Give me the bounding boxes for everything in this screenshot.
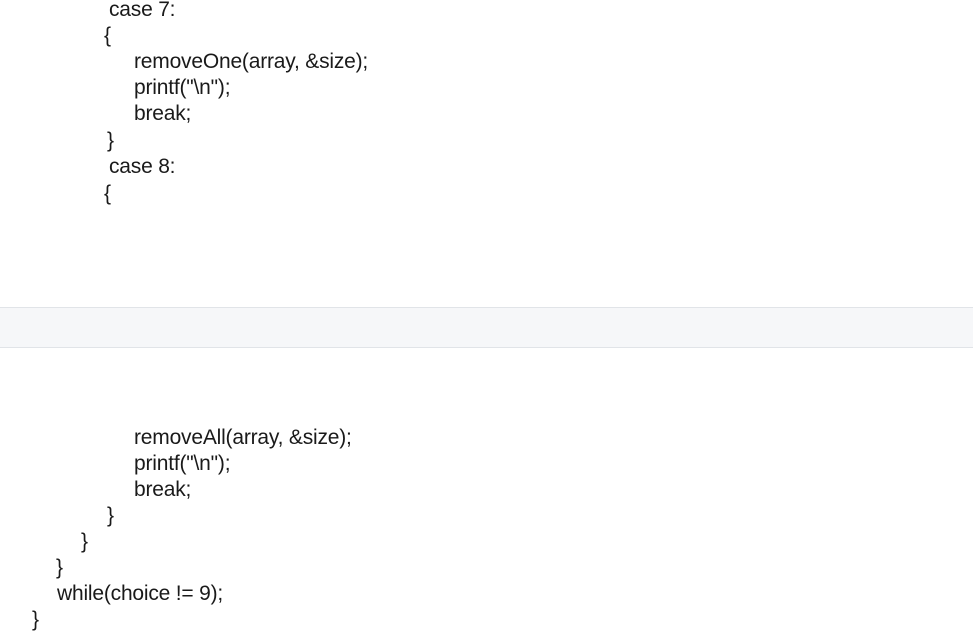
- code-line-break: break;: [134, 102, 192, 125]
- code-line-remove-one: removeOne(array, &size);: [134, 50, 369, 73]
- code-line-close-brace: }: [81, 530, 88, 553]
- document-page-top: case 7: { removeOne(array, &size); print…: [0, 0, 973, 307]
- code-line-remove-all: removeAll(array, &size);: [134, 426, 352, 449]
- code-line-close-brace: }: [107, 129, 114, 152]
- code-line-break: break;: [134, 478, 192, 501]
- code-line-close-brace: }: [56, 556, 63, 579]
- code-line-printf: printf("\n");: [134, 76, 231, 99]
- code-line-open-brace: {: [104, 182, 111, 205]
- document-page-bottom: removeAll(array, &size); printf("\n"); b…: [0, 348, 973, 638]
- code-line-case-8: case 8:: [109, 155, 176, 178]
- code-line-close-brace: }: [32, 608, 39, 631]
- code-line-printf: printf("\n");: [134, 452, 231, 475]
- code-line-close-brace: }: [107, 504, 114, 527]
- code-line-open-brace: {: [104, 24, 111, 47]
- code-line-while-condition: while(choice != 9);: [57, 582, 224, 605]
- page-break-gap: [0, 307, 973, 348]
- code-line-case-7: case 7:: [109, 0, 176, 21]
